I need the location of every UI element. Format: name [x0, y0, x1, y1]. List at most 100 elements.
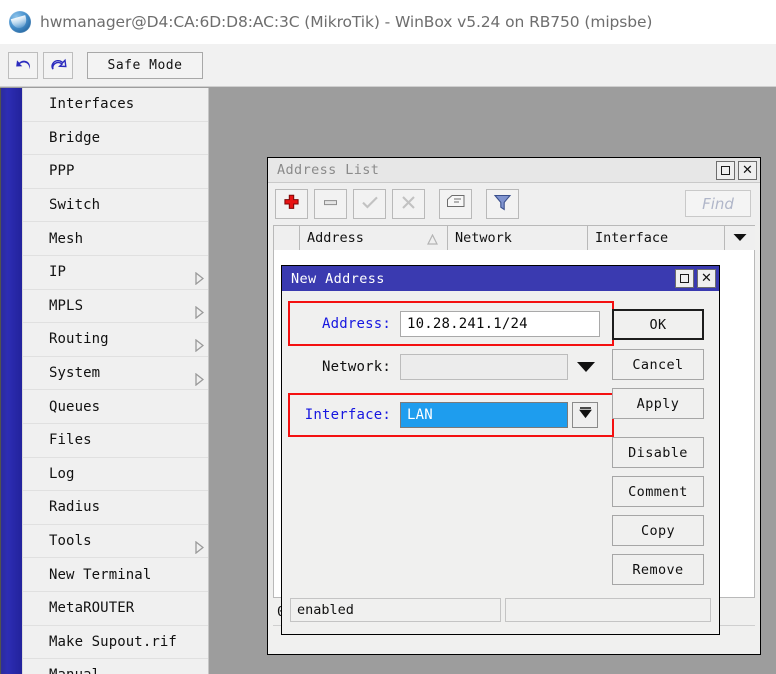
sidebar-item-label: IP — [49, 264, 67, 281]
disable-button[interactable]: Disable — [612, 437, 704, 468]
sidebar-item-log[interactable]: Log — [23, 458, 208, 492]
sidebar-item-label: Make Supout.rif — [49, 633, 177, 650]
column-header-interface[interactable]: Interface — [588, 226, 725, 250]
sidebar-item-radius[interactable]: Radius — [23, 491, 208, 525]
find-input[interactable]: Find — [685, 190, 751, 217]
sidebar-item-label: PPP — [49, 163, 75, 180]
new-address-maximize-button[interactable] — [675, 269, 694, 288]
sidebar-item-label: Mesh — [49, 230, 84, 247]
sidebar-item-tools[interactable]: Tools — [23, 525, 208, 559]
safe-mode-button[interactable]: Safe Mode — [87, 51, 203, 79]
address-list-titlebar[interactable]: Address List ✕ — [268, 158, 760, 183]
sidebar-item-switch[interactable]: Switch — [23, 189, 208, 223]
sidebar-item-label: MPLS — [49, 297, 84, 314]
cross-icon — [400, 194, 417, 215]
sidebar-item-interfaces[interactable]: Interfaces — [23, 88, 208, 122]
remove-button[interactable] — [314, 189, 347, 219]
sidebar-item-metarouter[interactable]: MetaROUTER — [23, 592, 208, 626]
comment-icon — [446, 194, 466, 214]
column-menu-button[interactable] — [725, 226, 755, 250]
sidebar-item-ip[interactable]: IP — [23, 256, 208, 290]
filter-button[interactable] — [486, 189, 519, 219]
address-list-title: Address List — [277, 162, 380, 178]
column-header-address[interactable]: Address — [300, 226, 448, 250]
close-icon: ✕ — [742, 162, 753, 178]
routeros-brand-rail: RouterOS WinBox — [0, 88, 22, 674]
maximize-icon — [680, 274, 689, 283]
sidebar-item-label: Files — [49, 432, 92, 449]
application-title: hwmanager@D4:CA:6D:D8:AC:3C (MikroTik) -… — [40, 13, 653, 31]
sidebar-item-label: MetaROUTER — [49, 600, 135, 617]
submenu-arrow-icon — [188, 367, 204, 387]
cancel-button[interactable]: Cancel — [612, 349, 704, 380]
check-icon — [361, 194, 379, 215]
copy-button[interactable]: Copy — [612, 515, 704, 546]
comment-button[interactable] — [439, 189, 472, 219]
close-icon: ✕ — [701, 271, 712, 286]
network-field-label: Network: — [321, 358, 391, 375]
column-header-network-label: Network — [455, 230, 512, 246]
enable-button[interactable] — [353, 189, 386, 219]
sidebar-item-bridge[interactable]: Bridge — [23, 122, 208, 156]
submenu-arrow-icon — [188, 535, 204, 555]
apply-button[interactable]: Apply — [612, 388, 704, 419]
sidebar-item-routing[interactable]: Routing — [23, 323, 208, 357]
disable-button[interactable] — [392, 189, 425, 219]
ok-button[interactable]: OK — [612, 309, 704, 340]
undo-arrow-icon — [15, 58, 32, 73]
sidebar-item-mpls[interactable]: MPLS — [23, 290, 208, 324]
sidebar-item-label: Tools — [49, 533, 92, 550]
remove-button[interactable]: Remove — [612, 554, 704, 585]
status-enabled-cell: enabled — [290, 598, 501, 622]
sidebar-item-mesh[interactable]: Mesh — [23, 222, 208, 256]
sidebar-item-label: Log — [49, 465, 75, 482]
network-field-row: Network: — [282, 353, 595, 380]
new-address-dialog: New Address ✕ Address: 10.28.241.1/24 Ne… — [282, 266, 719, 634]
sidebar-item-label: System — [49, 365, 101, 382]
sidebar-item-manual[interactable]: Manual — [23, 659, 208, 674]
submenu-arrow-icon — [188, 333, 204, 353]
add-button[interactable] — [275, 189, 308, 219]
column-header-address-label: Address — [307, 230, 364, 246]
redo-button[interactable] — [43, 51, 73, 79]
ascending-sort-icon — [427, 233, 438, 249]
redo-arrow-icon — [50, 58, 67, 73]
plus-icon — [283, 194, 300, 215]
new-address-statusbar: enabled — [290, 598, 711, 622]
sidebar-item-system[interactable]: System — [23, 357, 208, 391]
address-list-toolbar: Find — [268, 183, 760, 225]
sidebar-item-queues[interactable]: Queues — [23, 390, 208, 424]
winbox-globe-icon — [9, 11, 31, 33]
sidebar-item-label: Switch — [49, 197, 101, 214]
address-list-close-button[interactable]: ✕ — [738, 160, 757, 180]
column-header-interface-label: Interface — [595, 230, 669, 246]
submenu-arrow-icon — [188, 266, 204, 286]
sidebar-item-label: Queues — [49, 398, 101, 415]
network-input[interactable] — [400, 353, 568, 380]
sidebar-item-make-supout-rif[interactable]: Make Supout.rif — [23, 626, 208, 660]
sidebar-item-files[interactable]: Files — [23, 424, 208, 458]
comment-button[interactable]: Comment — [612, 476, 704, 507]
main-toolbar: Safe Mode — [0, 44, 776, 87]
chevron-down-icon — [733, 230, 747, 246]
undo-button[interactable] — [8, 51, 38, 79]
sidebar-item-ppp[interactable]: PPP — [23, 155, 208, 189]
interface-field-annotation-box — [288, 393, 614, 437]
sidebar-item-label: New Terminal — [49, 566, 152, 583]
main-menu-sidebar: Interfaces Bridge PPP Switch Mesh IP MPLS Routi… — [22, 88, 209, 674]
new-address-titlebar[interactable]: New Address ✕ — [282, 266, 719, 291]
caret-down-icon[interactable] — [577, 361, 595, 372]
column-header-network[interactable]: Network — [448, 226, 588, 250]
new-address-body: Address: 10.28.241.1/24 Network: Interfa… — [282, 291, 719, 634]
sidebar-item-label: Interfaces — [49, 96, 135, 113]
sidebar-item-label: Bridge — [49, 129, 101, 146]
address-list-column-header: Address Network Interface — [273, 225, 755, 251]
application-titlebar: hwmanager@D4:CA:6D:D8:AC:3C (MikroTik) -… — [0, 0, 776, 45]
sidebar-item-new-terminal[interactable]: New Terminal — [23, 558, 208, 592]
new-address-close-button[interactable]: ✕ — [697, 269, 716, 288]
column-header-flag[interactable] — [274, 226, 300, 250]
address-list-maximize-button[interactable] — [716, 160, 735, 180]
status-secondary-cell — [505, 598, 711, 622]
sidebar-item-label: Radius — [49, 499, 101, 516]
new-address-title: New Address — [291, 270, 385, 287]
